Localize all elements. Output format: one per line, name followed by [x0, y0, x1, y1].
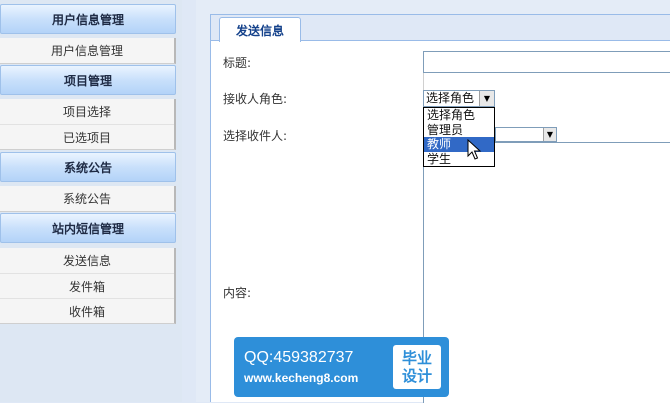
watermark-badge: 毕业 设计 [393, 345, 441, 389]
group-body-messages: 发送信息 发件箱 收件箱 [0, 248, 176, 324]
group-header-user-info[interactable]: 用户信息管理 [0, 4, 176, 34]
nav-item-inbox[interactable]: 收件箱 [0, 298, 174, 323]
group-body-project: 项目选择 已选项目 [0, 99, 176, 150]
title-label: 标题: [223, 56, 252, 70]
splitter[interactable] [182, 0, 196, 402]
tab-strip: 发送信息 [211, 15, 670, 42]
group-body-announcement: 系统公告 [0, 186, 176, 212]
badge-line-1: 毕业 [401, 349, 432, 367]
nav-item-project-select[interactable]: 项目选择 [0, 99, 174, 124]
receiver-label: 选择收件人: [223, 129, 288, 143]
watermark-qq: QQ:459382737 [244, 349, 354, 366]
group-header-messages[interactable]: 站内短信管理 [0, 213, 176, 243]
watermark-site: www.kecheng8.com [244, 371, 359, 385]
role-option-admin[interactable]: 管理员 [424, 123, 494, 138]
group-body-user-info: 用户信息管理 [0, 38, 176, 64]
nav-item-outbox[interactable]: 发件箱 [0, 273, 174, 298]
tab-send-message[interactable]: 发送信息 [219, 17, 301, 42]
role-option-choose[interactable]: 选择角色 [424, 108, 494, 123]
nav-item-send-message[interactable]: 发送信息 [0, 248, 174, 273]
content-textarea[interactable] [423, 142, 670, 403]
nav-item-announcement[interactable]: 系统公告 [0, 186, 174, 211]
sidebar: 用户信息管理 用户信息管理 项目管理 项目选择 已选项目 系统公告 系统公告 站… [0, 0, 182, 402]
receiver-select[interactable]: ▼ [495, 127, 557, 142]
group-header-project[interactable]: 项目管理 [0, 65, 176, 95]
role-select[interactable]: 选择角色 ▼ [423, 90, 495, 107]
badge-line-2: 设计 [401, 367, 432, 385]
role-label: 接收人角色: [223, 92, 288, 106]
chevron-down-icon[interactable]: ▼ [543, 128, 556, 141]
role-option-teacher[interactable]: 教师 [424, 137, 494, 152]
role-select-value: 选择角色 [426, 91, 475, 105]
chevron-down-icon[interactable]: ▼ [479, 91, 494, 106]
mouse-cursor-icon [467, 139, 482, 160]
nav-item-user-info[interactable]: 用户信息管理 [0, 38, 174, 63]
role-dropdown-list: 选择角色 管理员 教师 学生 [423, 107, 495, 167]
role-option-student[interactable]: 学生 [424, 152, 494, 167]
watermark-banner: QQ:459382737 www.kecheng8.com 毕业 设计 [234, 337, 449, 397]
group-header-announcement[interactable]: 系统公告 [0, 152, 176, 182]
title-input[interactable] [423, 51, 670, 73]
nav-item-selected-projects[interactable]: 已选项目 [0, 124, 174, 149]
content-label: 内容: [223, 286, 252, 300]
